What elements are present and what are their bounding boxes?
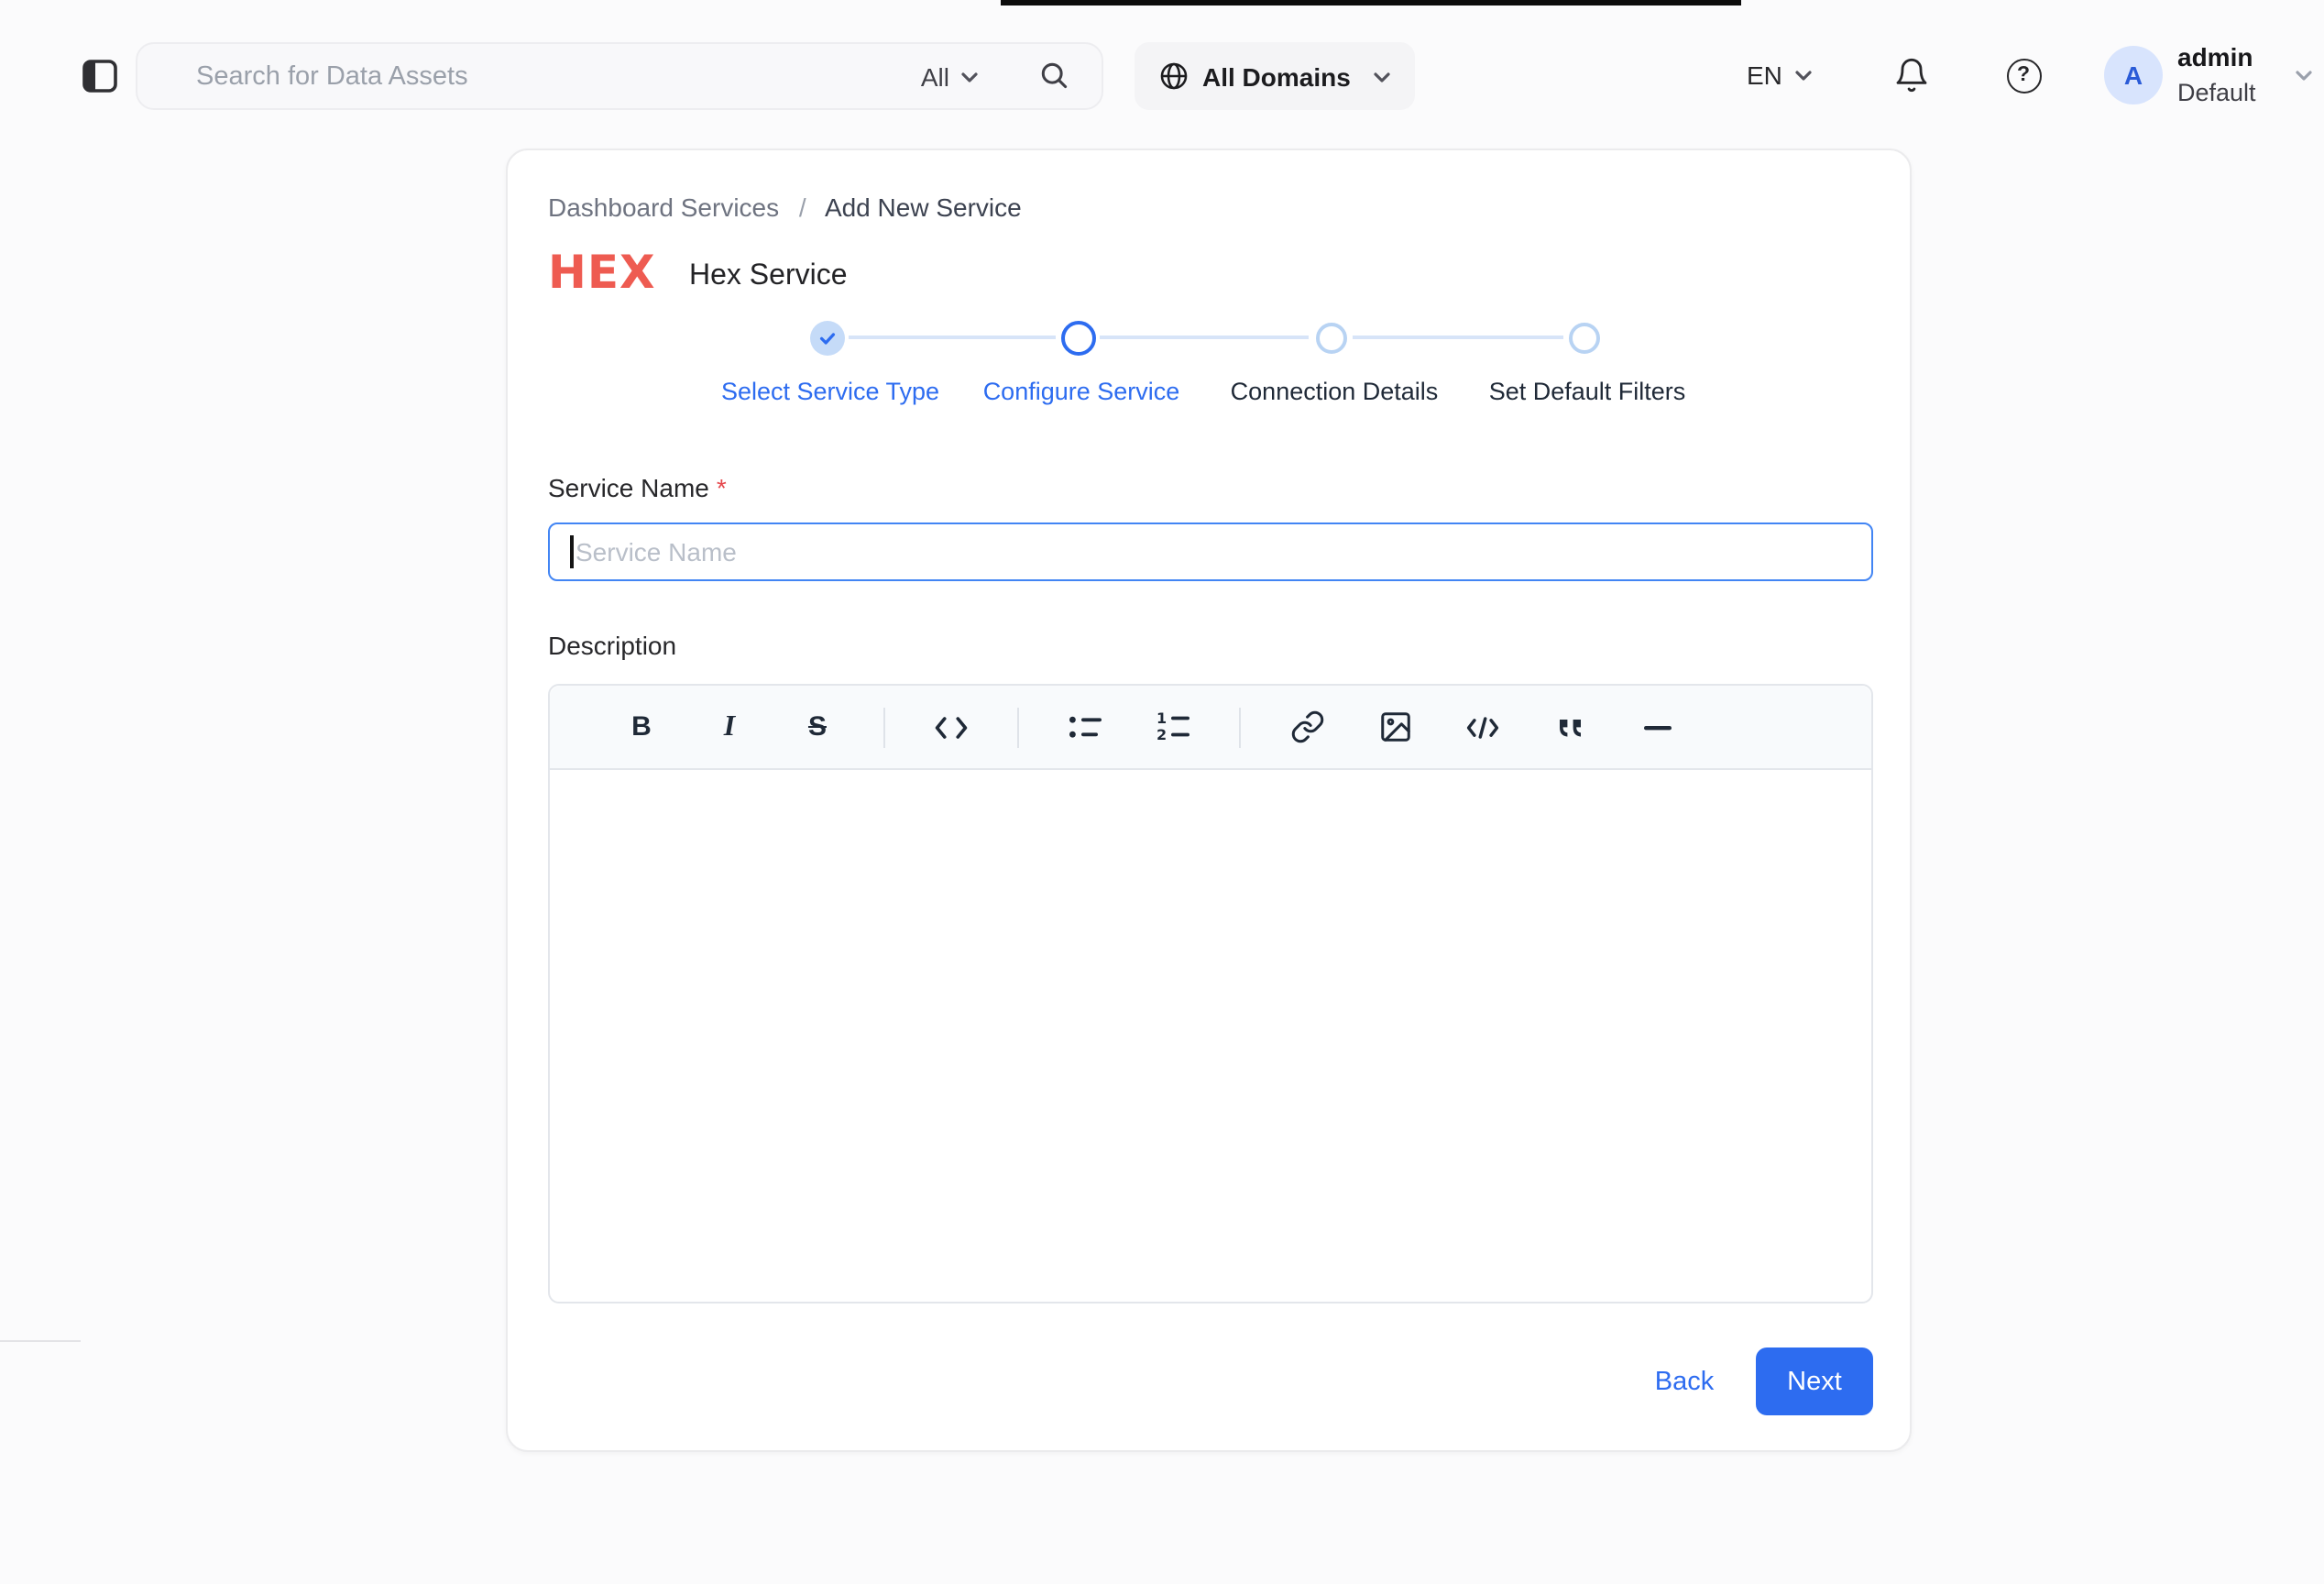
- notifications-button[interactable]: [1893, 57, 1930, 94]
- step-circle-select-service-type: [810, 321, 845, 356]
- breadcrumb: Dashboard Services / Add New Service: [548, 192, 1022, 222]
- code-block-icon: [1464, 712, 1501, 742]
- domains-dropdown[interactable]: All Domains: [1135, 42, 1415, 110]
- search-button[interactable]: [1037, 59, 1070, 92]
- link-button[interactable]: [1263, 685, 1351, 769]
- domains-label: All Domains: [1202, 61, 1351, 91]
- sidebar-toggle-button[interactable]: [81, 57, 117, 94]
- strikethrough-button[interactable]: S: [773, 685, 861, 769]
- italic-button[interactable]: I: [685, 685, 773, 769]
- chevron-down-icon: [1371, 65, 1393, 87]
- blockquote-icon: [1554, 710, 1587, 743]
- link-icon: [1289, 710, 1324, 744]
- service-title: Hex Service: [689, 260, 848, 293]
- bulleted-list-icon: [1068, 712, 1102, 742]
- bold-button[interactable]: B: [597, 685, 685, 769]
- help-button[interactable]: ?: [2005, 57, 2042, 94]
- step-connector: [1100, 336, 1309, 339]
- globe-icon: [1158, 60, 1189, 92]
- user-menu-chevron-icon[interactable]: [2293, 64, 2315, 86]
- description-label: Description: [548, 631, 676, 660]
- search-icon: [1037, 59, 1070, 92]
- image-icon: [1377, 710, 1412, 744]
- panel-left-icon: [82, 58, 116, 93]
- blockquote-button[interactable]: [1527, 685, 1615, 769]
- numbered-list-button[interactable]: 12: [1129, 685, 1217, 769]
- bell-icon: [1893, 57, 1930, 94]
- app-root: All All Domains EN: [0, 0, 2324, 1584]
- service-name-label-text: Service Name: [548, 473, 709, 502]
- step-label-configure-service: Configure Service: [983, 378, 1180, 405]
- breadcrumb-current: Add New Service: [825, 192, 1022, 222]
- svg-text:2: 2: [1156, 726, 1166, 742]
- user-menu[interactable]: admin Default: [2177, 40, 2256, 110]
- editor-content[interactable]: [550, 770, 1871, 1304]
- numbered-list-icon: 12: [1156, 711, 1190, 742]
- search-scope-dropdown[interactable]: All: [921, 44, 981, 108]
- strikethrough-icon: S: [808, 711, 827, 742]
- service-name-field: [548, 522, 1873, 581]
- editor-toolbar: B I S 12: [550, 686, 1871, 770]
- breadcrumb-separator: /: [799, 192, 806, 222]
- toolbar-divider: [1239, 707, 1241, 747]
- text-caret: [570, 535, 573, 568]
- service-name-input[interactable]: [548, 522, 1873, 581]
- step-label-set-default-filters: Set Default Filters: [1489, 378, 1686, 405]
- horizontal-rule-icon: [1644, 723, 1673, 731]
- image-button[interactable]: [1351, 685, 1439, 769]
- help-icon: ?: [2006, 58, 2041, 93]
- step-label-select-service-type: Select Service Type: [721, 378, 939, 405]
- description-editor: B I S 12: [548, 684, 1873, 1304]
- search-scope-label: All: [921, 61, 949, 91]
- step-label-connection-details: Connection Details: [1231, 378, 1439, 405]
- left-edge-divider: [0, 1340, 81, 1342]
- top-navbar: All All Domains EN: [0, 0, 2324, 150]
- horizontal-rule-button[interactable]: [1615, 685, 1703, 769]
- hex-service-logo: HEX: [548, 248, 656, 299]
- chevron-down-icon: [1793, 64, 1815, 86]
- svg-text:1: 1: [1156, 711, 1166, 727]
- check-icon: [817, 328, 838, 348]
- step-connector: [1353, 336, 1563, 339]
- code-block-button[interactable]: [1439, 685, 1527, 769]
- inline-code-icon: [933, 712, 970, 742]
- breadcrumb-link-dashboard-services[interactable]: Dashboard Services: [548, 192, 779, 222]
- service-name-label: Service Name *: [548, 473, 727, 502]
- user-name: admin: [2177, 40, 2256, 75]
- step-circle-connection-details: [1316, 323, 1347, 354]
- language-label: EN: [1747, 60, 1782, 90]
- next-button[interactable]: Next: [1756, 1348, 1873, 1415]
- user-team: Default: [2177, 75, 2256, 110]
- step-circle-configure-service: [1061, 321, 1096, 356]
- bulleted-list-button[interactable]: [1041, 685, 1129, 769]
- toolbar-divider: [1017, 707, 1019, 747]
- back-button[interactable]: Back: [1633, 1362, 1736, 1402]
- bold-icon: B: [631, 711, 652, 742]
- required-asterisk: *: [717, 473, 727, 502]
- language-selector[interactable]: EN: [1747, 0, 1815, 150]
- user-avatar[interactable]: A: [2104, 46, 2163, 104]
- toolbar-divider: [883, 707, 885, 747]
- italic-icon: I: [724, 710, 735, 743]
- chevron-down-icon: [959, 65, 981, 87]
- step-connector: [849, 336, 1056, 339]
- global-search-bar: All: [136, 42, 1103, 110]
- add-service-card: Dashboard Services / Add New Service HEX…: [506, 148, 1912, 1452]
- inline-code-button[interactable]: [907, 685, 995, 769]
- step-circle-set-default-filters: [1569, 323, 1600, 354]
- avatar-initial: A: [2124, 60, 2143, 90]
